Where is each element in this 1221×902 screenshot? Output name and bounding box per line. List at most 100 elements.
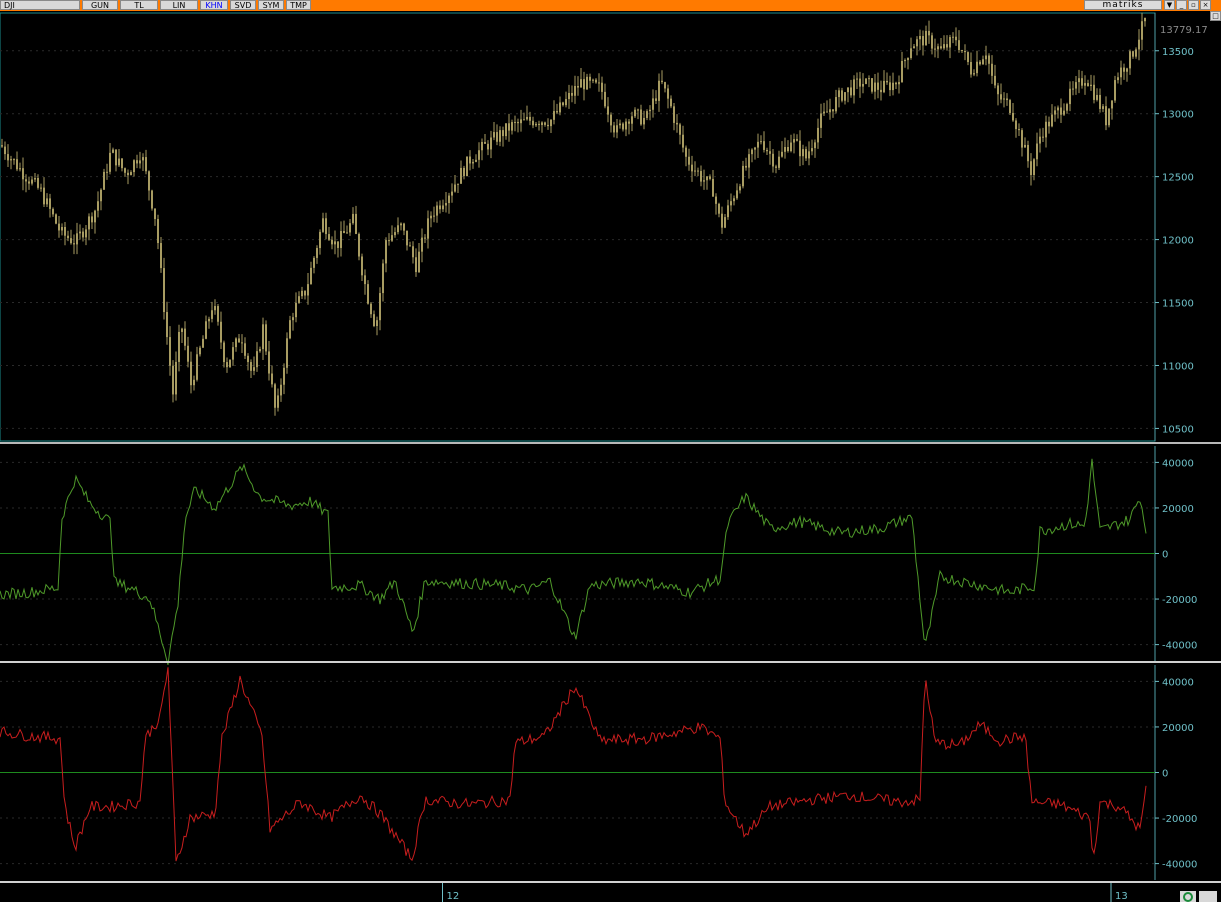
candle-body bbox=[133, 160, 135, 173]
symbol-field[interactable]: DJI bbox=[0, 0, 80, 10]
candle-body bbox=[634, 109, 636, 117]
candle-body bbox=[337, 241, 339, 248]
candle-body bbox=[418, 251, 420, 273]
candle-body bbox=[1039, 136, 1041, 144]
candle-body bbox=[925, 30, 927, 46]
template-button[interactable]: TMP bbox=[286, 0, 311, 10]
candle-body bbox=[151, 190, 153, 209]
candle-body bbox=[766, 149, 768, 152]
candle-body bbox=[334, 241, 336, 245]
candle-body bbox=[598, 82, 600, 84]
candle-body bbox=[460, 167, 462, 184]
candle-body bbox=[79, 231, 81, 234]
candle-body bbox=[448, 195, 450, 204]
candle-body bbox=[919, 36, 921, 40]
candle-body bbox=[676, 122, 678, 125]
candle-body bbox=[31, 179, 33, 184]
candle-body bbox=[928, 30, 930, 36]
candle-body bbox=[268, 351, 270, 374]
settings-icon[interactable] bbox=[1199, 891, 1217, 902]
candle-body bbox=[241, 342, 243, 344]
refresh-icon[interactable] bbox=[1180, 891, 1196, 902]
minimize-icon[interactable]: _ bbox=[1176, 0, 1187, 10]
candle-body bbox=[586, 76, 588, 90]
candle-body bbox=[388, 240, 390, 242]
candle-body bbox=[565, 99, 567, 106]
y-tick-label: 10500 bbox=[1162, 424, 1194, 435]
candle-body bbox=[22, 168, 24, 180]
time-axis: 12 13 bbox=[441, 883, 1128, 902]
candle-body bbox=[769, 151, 771, 154]
indicator1-series-line bbox=[0, 458, 1147, 666]
candle-body bbox=[1012, 112, 1014, 121]
dropdown-icon[interactable]: ▼ bbox=[1164, 0, 1175, 10]
candle-body bbox=[994, 75, 996, 86]
candle-body bbox=[361, 256, 363, 276]
close-icon[interactable]: × bbox=[1200, 0, 1211, 10]
candle-body bbox=[250, 362, 252, 371]
symbol-button[interactable]: SYM bbox=[258, 0, 284, 10]
candle-body bbox=[622, 123, 624, 130]
candle-body bbox=[199, 347, 201, 355]
candle-body bbox=[886, 80, 888, 83]
candle-body bbox=[559, 102, 561, 113]
candle-body bbox=[784, 147, 786, 152]
period-daily-button[interactable]: GUN bbox=[82, 0, 118, 10]
restore-icon[interactable]: ▫ bbox=[1188, 0, 1199, 10]
candle-body bbox=[82, 231, 84, 238]
candle-body bbox=[307, 284, 309, 296]
candle-body bbox=[619, 123, 621, 126]
candle-body bbox=[1105, 106, 1107, 126]
candle-body bbox=[76, 233, 78, 245]
candle-body bbox=[367, 284, 369, 304]
candle-body bbox=[61, 227, 63, 231]
candle-body bbox=[628, 121, 630, 124]
candle-body bbox=[781, 151, 783, 157]
candle-body bbox=[436, 205, 438, 216]
candle-body bbox=[952, 36, 954, 38]
candle-body bbox=[346, 232, 348, 234]
candle-body bbox=[1099, 94, 1101, 109]
svd-button[interactable]: SVD bbox=[230, 0, 256, 10]
candle-body bbox=[1090, 84, 1092, 87]
candle-body bbox=[724, 217, 726, 228]
candle-body bbox=[991, 63, 993, 76]
candle-body bbox=[511, 122, 513, 131]
chart-area[interactable]: 10500 11000 11500 12000 12500 13000 13500 1377… bbox=[0, 11, 1221, 902]
candle-body bbox=[745, 165, 747, 168]
candle-body bbox=[175, 361, 177, 395]
candle-body bbox=[364, 275, 366, 285]
candle-body bbox=[1111, 100, 1113, 109]
currency-tl-button[interactable]: TL bbox=[120, 0, 158, 10]
candle-body bbox=[685, 147, 687, 157]
candle-body bbox=[610, 114, 612, 126]
candle-body bbox=[739, 186, 741, 191]
candle-body bbox=[439, 205, 441, 210]
candle-body bbox=[616, 125, 618, 133]
candlestick-button[interactable]: KHN bbox=[200, 0, 228, 10]
candle-body bbox=[892, 82, 894, 91]
candle-body bbox=[652, 98, 654, 110]
brand-logo: matriks bbox=[1084, 0, 1162, 10]
linear-scale-button[interactable]: LIN bbox=[160, 0, 198, 10]
candle-body bbox=[214, 306, 216, 311]
candle-body bbox=[1135, 49, 1137, 57]
candle-body bbox=[901, 60, 903, 83]
candle-body bbox=[1027, 144, 1029, 162]
candle-body bbox=[814, 142, 816, 149]
candle-body bbox=[775, 166, 777, 168]
time-tick-label: 12 bbox=[446, 891, 459, 902]
candle-body bbox=[247, 355, 249, 363]
candle-body bbox=[961, 50, 963, 52]
candle-body bbox=[49, 198, 51, 209]
y-tick-label: -20000 bbox=[1162, 814, 1197, 825]
candle-body bbox=[379, 293, 381, 321]
candle-body bbox=[19, 168, 21, 170]
candle-body bbox=[484, 141, 486, 144]
candle-body bbox=[313, 257, 315, 268]
candle-body bbox=[778, 156, 780, 168]
y-tick-label: 40000 bbox=[1162, 677, 1194, 688]
candle-body bbox=[235, 338, 237, 348]
candle-body bbox=[487, 143, 489, 150]
candle-body bbox=[697, 170, 699, 172]
